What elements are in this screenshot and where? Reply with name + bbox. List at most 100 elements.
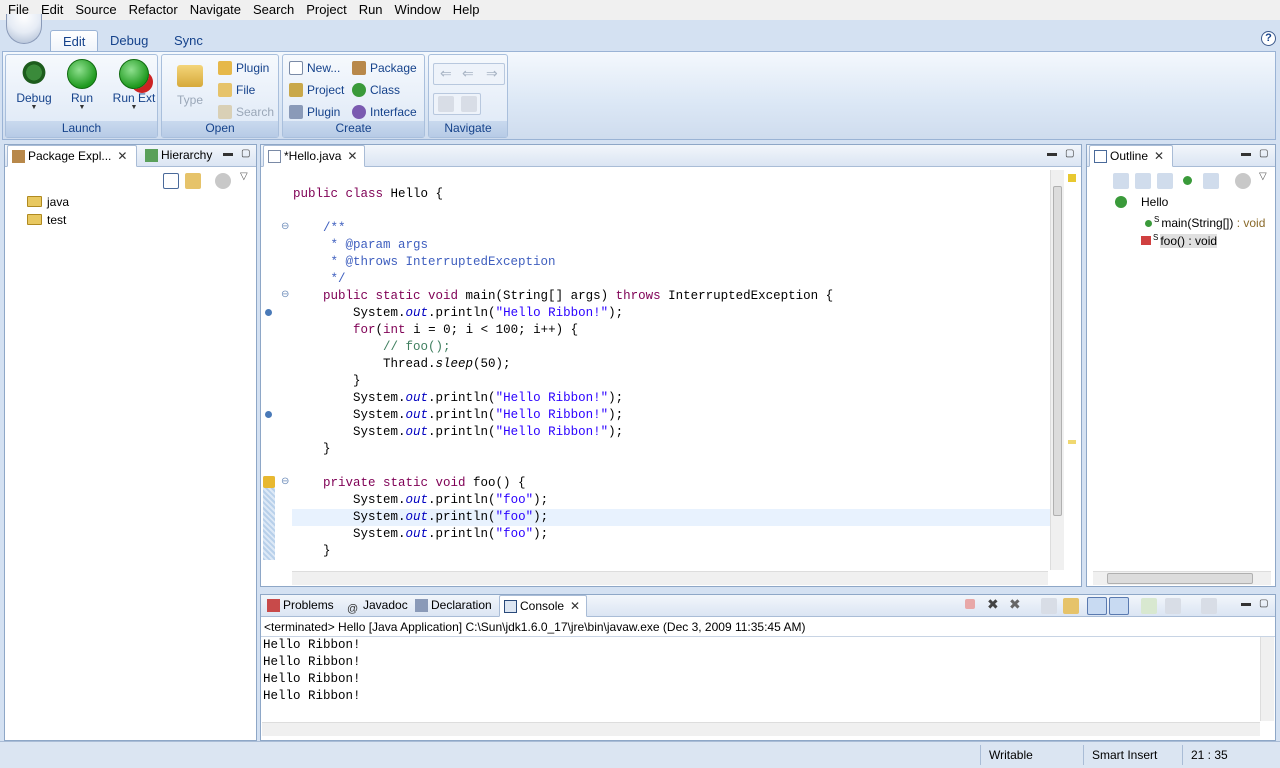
editor-vertical-scrollbar[interactable]: [1050, 170, 1064, 570]
run-ext-button[interactable]: Run Ext ▼: [110, 59, 158, 111]
minimize-maximize-icons[interactable]: ▬▢: [1047, 148, 1082, 159]
clear-console-icon[interactable]: [1041, 598, 1057, 614]
open-search-button[interactable]: Search: [218, 102, 274, 122]
warning-icon[interactable]: [263, 476, 275, 488]
minimize-maximize-icons[interactable]: ▬▢: [223, 148, 258, 159]
outline-view: Outline ✕ ▬▢ ▽ Hello Smain(String[]) : vo…: [1086, 144, 1276, 587]
terminate-icon[interactable]: [965, 599, 975, 609]
chevron-down-icon[interactable]: ▽: [240, 171, 248, 182]
outline-method-main[interactable]: Smain(String[]) : void: [1115, 211, 1265, 230]
tab-outline[interactable]: Outline ✕: [1089, 145, 1173, 167]
menu-help[interactable]: Help: [447, 1, 486, 19]
outline-class-hello[interactable]: Hello: [1115, 193, 1265, 211]
create-plugin-button[interactable]: Plugin: [289, 102, 340, 122]
fold-toggle-icon[interactable]: ⊖: [281, 221, 289, 232]
next-annotation-icon[interactable]: [438, 96, 454, 112]
create-class-button[interactable]: Class: [352, 80, 400, 100]
tab-hello-java[interactable]: *Hello.java ✕: [263, 145, 365, 167]
outline-horizontal-scrollbar[interactable]: [1093, 571, 1271, 585]
forward-icon[interactable]: ⇒: [486, 65, 498, 82]
history-icon[interactable]: ⇐: [462, 65, 474, 82]
menu-run[interactable]: Run: [353, 1, 389, 19]
tab-console[interactable]: Console ✕: [499, 595, 587, 617]
show-on-stderr-icon[interactable]: [1109, 597, 1129, 615]
view-menu-icon[interactable]: [215, 173, 231, 189]
console-line: Hello Ribbon!: [263, 689, 361, 703]
minimize-maximize-icons[interactable]: ▬▢: [1241, 148, 1276, 159]
tab-debug[interactable]: Debug: [98, 30, 160, 53]
scroll-lock-icon[interactable]: [1063, 598, 1079, 614]
fold-toggle-icon[interactable]: ⊖: [281, 289, 289, 300]
minimize-maximize-icons[interactable]: ▬▢: [1241, 598, 1276, 609]
menu-navigate[interactable]: Navigate: [184, 1, 247, 19]
create-package-button[interactable]: Package: [352, 58, 417, 78]
open-console-icon[interactable]: [1201, 598, 1217, 614]
create-project-button[interactable]: Project: [289, 80, 344, 100]
fold-toggle-icon[interactable]: ⊖: [281, 476, 289, 487]
overview-ruler-marker[interactable]: [1068, 174, 1076, 182]
link-editor-icon[interactable]: [185, 173, 201, 189]
tab-package-explorer[interactable]: Package Expl... ✕: [7, 145, 137, 167]
console-output[interactable]: Hello Ribbon! Hello Ribbon! Hello Ribbon! H…: [263, 637, 361, 705]
close-icon[interactable]: ✕: [347, 149, 357, 163]
console-horizontal-scrollbar[interactable]: [262, 722, 1260, 736]
menu-project[interactable]: Project: [300, 1, 352, 19]
open-file-button[interactable]: File: [218, 80, 255, 100]
menu-search[interactable]: Search: [247, 1, 300, 19]
status-insert-mode: Smart Insert: [1083, 745, 1181, 765]
menu-window[interactable]: Window: [389, 1, 447, 19]
tree-item-test[interactable]: test: [27, 211, 69, 229]
hide-local-types-icon[interactable]: [1203, 173, 1219, 189]
hide-static-icon[interactable]: [1157, 173, 1173, 189]
show-on-stdout-icon[interactable]: [1087, 597, 1107, 615]
tab-hierarchy[interactable]: Hierarchy: [141, 145, 212, 167]
open-type-button[interactable]: Type: [168, 59, 212, 107]
close-icon[interactable]: ✕: [117, 149, 127, 163]
collapse-all-icon[interactable]: [163, 173, 179, 189]
open-plugin-button[interactable]: Plugin: [218, 58, 269, 78]
view-menu-icon[interactable]: [1235, 173, 1251, 189]
project-icon: [289, 83, 303, 97]
previous-annotation-icon[interactable]: [461, 96, 477, 112]
outline-method-foo[interactable]: Sfoo() : void: [1115, 229, 1265, 248]
tab-sync[interactable]: Sync: [162, 30, 215, 53]
launch-group: Debug ▼ Run ▼ Run Ext ▼ Launch: [5, 54, 158, 138]
menu-refactor[interactable]: Refactor: [123, 1, 184, 19]
run-button[interactable]: Run ▼: [60, 59, 104, 111]
debug-button[interactable]: Debug ▼: [12, 59, 56, 111]
hide-fields-icon[interactable]: [1135, 173, 1151, 189]
remove-launch-icon[interactable]: ✖: [987, 596, 999, 613]
console-vertical-scrollbar[interactable]: [1260, 637, 1274, 721]
breakpoint-marker-icon[interactable]: [265, 411, 272, 418]
create-new-button[interactable]: New...: [289, 58, 340, 78]
editor-horizontal-scrollbar[interactable]: [292, 571, 1048, 585]
tab-problems[interactable]: Problems: [263, 595, 334, 617]
chevron-down-icon[interactable]: ▽: [1259, 171, 1267, 182]
console-line: Hello Ribbon!: [263, 672, 361, 686]
open-type-icon: [177, 65, 203, 87]
remove-all-icon[interactable]: ✖: [1009, 596, 1021, 613]
overview-ruler-marker[interactable]: [1068, 440, 1076, 444]
breakpoint-marker-icon[interactable]: [265, 309, 272, 316]
tree-item-java[interactable]: java: [27, 193, 69, 211]
close-icon[interactable]: ✕: [570, 599, 580, 613]
pin-icon[interactable]: [1141, 598, 1157, 614]
code-editor[interactable]: public class Hello { /** * @param args *…: [293, 186, 833, 560]
tab-edit[interactable]: Edit: [50, 30, 99, 53]
outline-icon: [1094, 150, 1107, 163]
hide-nonpublic-icon[interactable]: [1183, 176, 1192, 185]
create-interface-button[interactable]: Interface: [352, 102, 417, 122]
close-icon[interactable]: ✕: [1154, 149, 1164, 163]
package-tree: java test: [27, 193, 69, 229]
help-icon[interactable]: ?: [1261, 31, 1276, 46]
package-icon: [352, 61, 366, 75]
back-icon[interactable]: ⇐: [440, 65, 452, 82]
tab-javadoc[interactable]: @ Javadoc: [343, 595, 408, 617]
tab-declaration[interactable]: Declaration: [411, 595, 492, 617]
display-console-icon[interactable]: [1165, 598, 1181, 614]
sort-icon[interactable]: [1113, 173, 1129, 189]
history-buttons: ⇐ ⇐ ⇒: [433, 63, 505, 85]
status-cursor-position: 21 : 35: [1182, 745, 1278, 765]
hierarchy-icon: [145, 149, 158, 162]
menu-source[interactable]: Source: [69, 1, 122, 19]
